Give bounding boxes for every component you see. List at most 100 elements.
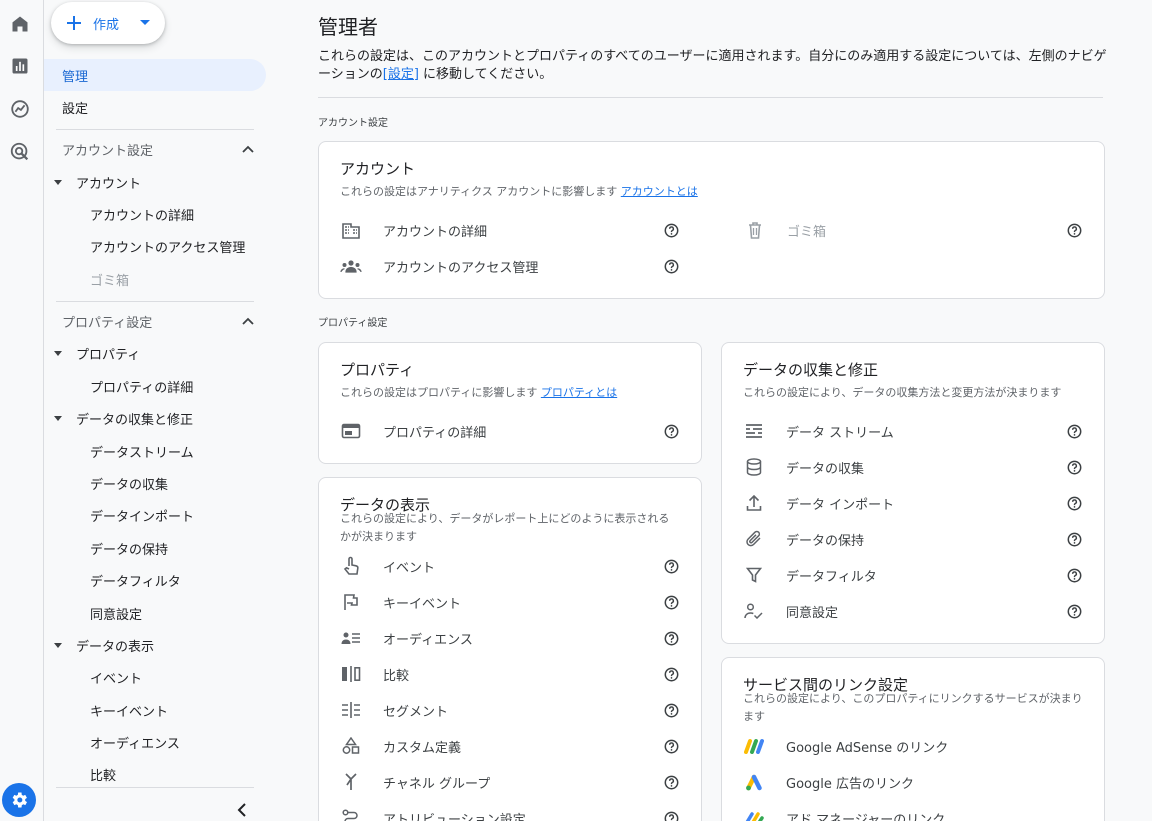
settings-link[interactable]: [設定] xyxy=(383,67,419,82)
help-icon[interactable] xyxy=(1066,495,1082,511)
trash-icon xyxy=(744,219,766,241)
card-description: これらの設定により、データの収集方法と変更方法が決まります xyxy=(743,386,1062,399)
account-details-row[interactable]: アカウントの詳細 xyxy=(340,212,487,248)
audiences-row[interactable]: オーディエンス xyxy=(340,620,473,656)
nav-item-comparisons[interactable]: 比較 xyxy=(90,758,116,790)
row-label: プロパティの詳細 xyxy=(383,425,487,441)
adsense-link-row[interactable]: Google AdSense のリンク xyxy=(743,728,948,764)
nav-item-account-access[interactable]: アカウントのアクセス管理 xyxy=(90,230,245,262)
help-icon[interactable] xyxy=(663,666,679,682)
help-icon[interactable] xyxy=(1066,459,1082,475)
segment-icon xyxy=(340,699,362,721)
nav-item-consent[interactable]: 同意設定 xyxy=(90,597,142,629)
help-icon[interactable] xyxy=(1066,567,1082,583)
nav-group-collection[interactable]: データの収集と修正 xyxy=(54,402,193,434)
consent-settings-row[interactable]: 同意設定 xyxy=(743,593,838,629)
help-icon[interactable] xyxy=(1066,222,1082,238)
help-icon[interactable] xyxy=(1066,531,1082,547)
reports-icon[interactable] xyxy=(6,52,34,80)
data-collection-row[interactable]: データの収集 xyxy=(743,449,864,485)
help-icon[interactable] xyxy=(663,738,679,754)
help-icon[interactable] xyxy=(663,702,679,718)
route-icon xyxy=(340,807,362,821)
help-icon[interactable] xyxy=(1066,603,1082,619)
events-row[interactable]: イベント xyxy=(340,548,435,584)
nav-section-property[interactable]: プロパティ設定 xyxy=(62,305,254,337)
nav-item-events[interactable]: イベント xyxy=(90,661,142,693)
row-label: アド マネージャーのリンク xyxy=(786,812,946,821)
card-description-text: これらの設定はプロパティに影響します xyxy=(340,386,541,399)
explore-icon[interactable] xyxy=(6,95,34,123)
data-filters-row[interactable]: データフィルタ xyxy=(743,557,877,593)
data-retention-row[interactable]: データの保持 xyxy=(743,521,864,557)
comparisons-row[interactable]: 比較 xyxy=(340,656,409,692)
nav-item-account-details[interactable]: アカウントの詳細 xyxy=(90,198,194,230)
nav-item-data-streams[interactable]: データストリーム xyxy=(90,435,194,467)
nav-item-data-retention[interactable]: データの保持 xyxy=(90,532,168,564)
row-label: チャネル グループ xyxy=(383,776,491,792)
channel-groups-row[interactable]: チャネル グループ xyxy=(340,764,490,800)
property-details-row[interactable]: プロパティの詳細 xyxy=(340,413,486,449)
data-import-row[interactable]: データ インポート xyxy=(743,485,894,521)
data-display-card: データの表示 これらの設定により、データがレポート上にどのように表示されるかが決… xyxy=(318,477,702,821)
nav-admin[interactable]: 管理 xyxy=(44,59,266,91)
row-label: イベント xyxy=(383,560,436,576)
help-icon[interactable] xyxy=(663,594,679,610)
help-icon[interactable] xyxy=(663,423,679,439)
flag-icon xyxy=(340,591,362,613)
help-icon[interactable] xyxy=(663,222,679,238)
item-label: オーディエンス xyxy=(90,736,180,752)
audience-icon xyxy=(340,627,362,649)
nav-admin-label: 管理 xyxy=(62,69,89,85)
adsense-logo-icon xyxy=(743,735,765,757)
help-icon[interactable] xyxy=(663,558,679,574)
attribution-settings-row[interactable]: アトリビューション設定 xyxy=(340,800,526,821)
nav-settings[interactable]: 設定 xyxy=(44,91,266,123)
help-icon[interactable] xyxy=(1066,423,1082,439)
item-label: ゴミ箱 xyxy=(90,273,130,289)
segments-row[interactable]: セグメント xyxy=(340,692,448,728)
nav-section-account[interactable]: アカウント設定 xyxy=(62,133,254,165)
expand-triangle-icon xyxy=(54,179,62,185)
row-label: データ インポート xyxy=(786,497,895,513)
nav-item-data-filters[interactable]: データフィルタ xyxy=(90,564,181,596)
group-label: プロパティ xyxy=(76,347,141,363)
item-label: プロパティの詳細 xyxy=(90,380,194,396)
create-button[interactable]: 作成 xyxy=(51,2,165,44)
what-is-property-link[interactable]: プロパティとは xyxy=(541,386,617,399)
nav-item-property-details[interactable]: プロパティの詳細 xyxy=(90,370,193,402)
ad-manager-link-row[interactable]: アド マネージャーのリンク xyxy=(743,800,945,821)
help-icon[interactable] xyxy=(663,810,679,821)
help-icon[interactable] xyxy=(663,258,679,274)
advertising-icon[interactable] xyxy=(6,138,34,166)
key-events-row[interactable]: キーイベント xyxy=(340,584,461,620)
account-access-row[interactable]: アカウントのアクセス管理 xyxy=(340,248,538,284)
collapse-nav-button[interactable] xyxy=(230,798,254,821)
divider xyxy=(318,97,1103,98)
nav-item-data-import[interactable]: データインポート xyxy=(90,499,194,531)
help-icon[interactable] xyxy=(663,774,679,790)
shapes-icon xyxy=(340,735,362,757)
nav-group-property[interactable]: プロパティ xyxy=(54,337,140,369)
data-streams-row[interactable]: データ ストリーム xyxy=(743,413,894,449)
merge-icon xyxy=(340,771,362,793)
nav-item-data-collection[interactable]: データの収集 xyxy=(90,467,168,499)
nav-group-display[interactable]: データの表示 xyxy=(54,629,154,661)
google-ads-link-row[interactable]: Google 広告のリンク xyxy=(743,764,914,800)
nav-item-audiences[interactable]: オーディエンス xyxy=(90,726,180,758)
ad-manager-logo-icon xyxy=(743,807,765,821)
divider xyxy=(56,129,254,130)
home-icon[interactable] xyxy=(6,10,34,38)
help-icon[interactable] xyxy=(663,630,679,646)
nav-settings-label: 設定 xyxy=(62,101,89,117)
what-is-account-link[interactable]: アカウントとは xyxy=(621,185,698,198)
account-settings-label: アカウント設定 xyxy=(318,118,388,129)
expand-triangle-icon xyxy=(54,415,62,421)
item-label: イベント xyxy=(90,671,143,687)
nav-item-key-events[interactable]: キーイベント xyxy=(90,694,168,726)
group-label: データの表示 xyxy=(76,639,155,655)
card-title: データの収集と修正 xyxy=(743,361,879,379)
nav-group-account[interactable]: アカウント xyxy=(54,166,141,198)
admin-gear-icon[interactable] xyxy=(2,783,36,817)
custom-definitions-row[interactable]: カスタム定義 xyxy=(340,728,461,764)
